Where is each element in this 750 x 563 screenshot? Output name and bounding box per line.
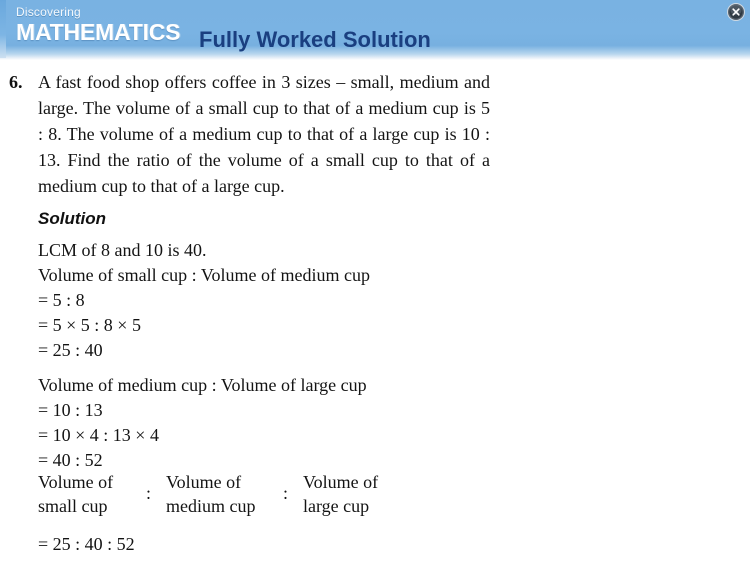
- app-logo: Discovering MATHEMATICS: [16, 5, 196, 46]
- ratio-column-large-line2: large cup: [303, 496, 370, 516]
- logo-mathematics-text: MATHEMATICS: [16, 19, 181, 45]
- logo-discovering-text: Discovering: [16, 5, 81, 19]
- solution-line-small-medium-result: = 25 : 40: [38, 340, 103, 360]
- solution-line-small-medium-ratio: = 5 : 8: [38, 290, 85, 310]
- ratio-column-large-line1: Volume of: [303, 472, 379, 492]
- ratio-separator-1: :: [146, 483, 152, 503]
- ratio-column-group: Volume of small cup : Volume of medium c…: [38, 470, 458, 518]
- solution-line-lcm: LCM of 8 and 10 is 40.: [38, 240, 207, 260]
- question-number: 6.: [9, 72, 23, 92]
- ratio-column-small-line2: small cup: [38, 496, 108, 516]
- ratio-column-large-cup: Volume of large cup: [303, 470, 378, 518]
- solution-line-medium-large-ratio: = 10 : 13: [38, 400, 103, 420]
- final-answer: = 25 : 40 : 52: [38, 534, 135, 554]
- header-left-accent-strip: [0, 0, 6, 58]
- ratio-column-medium-cup: Volume of medium cup: [166, 470, 255, 518]
- header-banner: Discovering MATHEMATICS Fully Worked Sol…: [0, 0, 750, 60]
- question-block: 6. A fast food shop offers coffee in 3 s…: [0, 69, 520, 199]
- solution-content: 6. A fast food shop offers coffee in 3 s…: [0, 60, 750, 563]
- ratio-separator-2: :: [283, 483, 289, 503]
- solution-heading: Solution: [38, 209, 106, 228]
- solution-line-medium-large-scaled: = 10 × 4 : 13 × 4: [38, 425, 159, 445]
- ratio-column-medium-line2: medium cup: [166, 496, 256, 516]
- solution-line-small-medium-label: Volume of small cup : Volume of medium c…: [38, 265, 370, 285]
- solution-line-small-medium-scaled: = 5 × 5 : 8 × 5: [38, 315, 141, 335]
- question-text: A fast food shop offers coffee in 3 size…: [38, 72, 490, 196]
- page-title: Fully Worked Solution: [199, 27, 431, 52]
- ratio-column-small-line1: Volume of: [38, 472, 114, 492]
- ratio-column-small-cup: Volume of small cup: [38, 470, 113, 518]
- solution-line-medium-large-result: = 40 : 52: [38, 450, 103, 470]
- ratio-column-medium-line1: Volume of: [166, 472, 242, 492]
- solution-line-medium-large-label: Volume of medium cup : Volume of large c…: [38, 375, 367, 395]
- close-icon[interactable]: [726, 2, 746, 22]
